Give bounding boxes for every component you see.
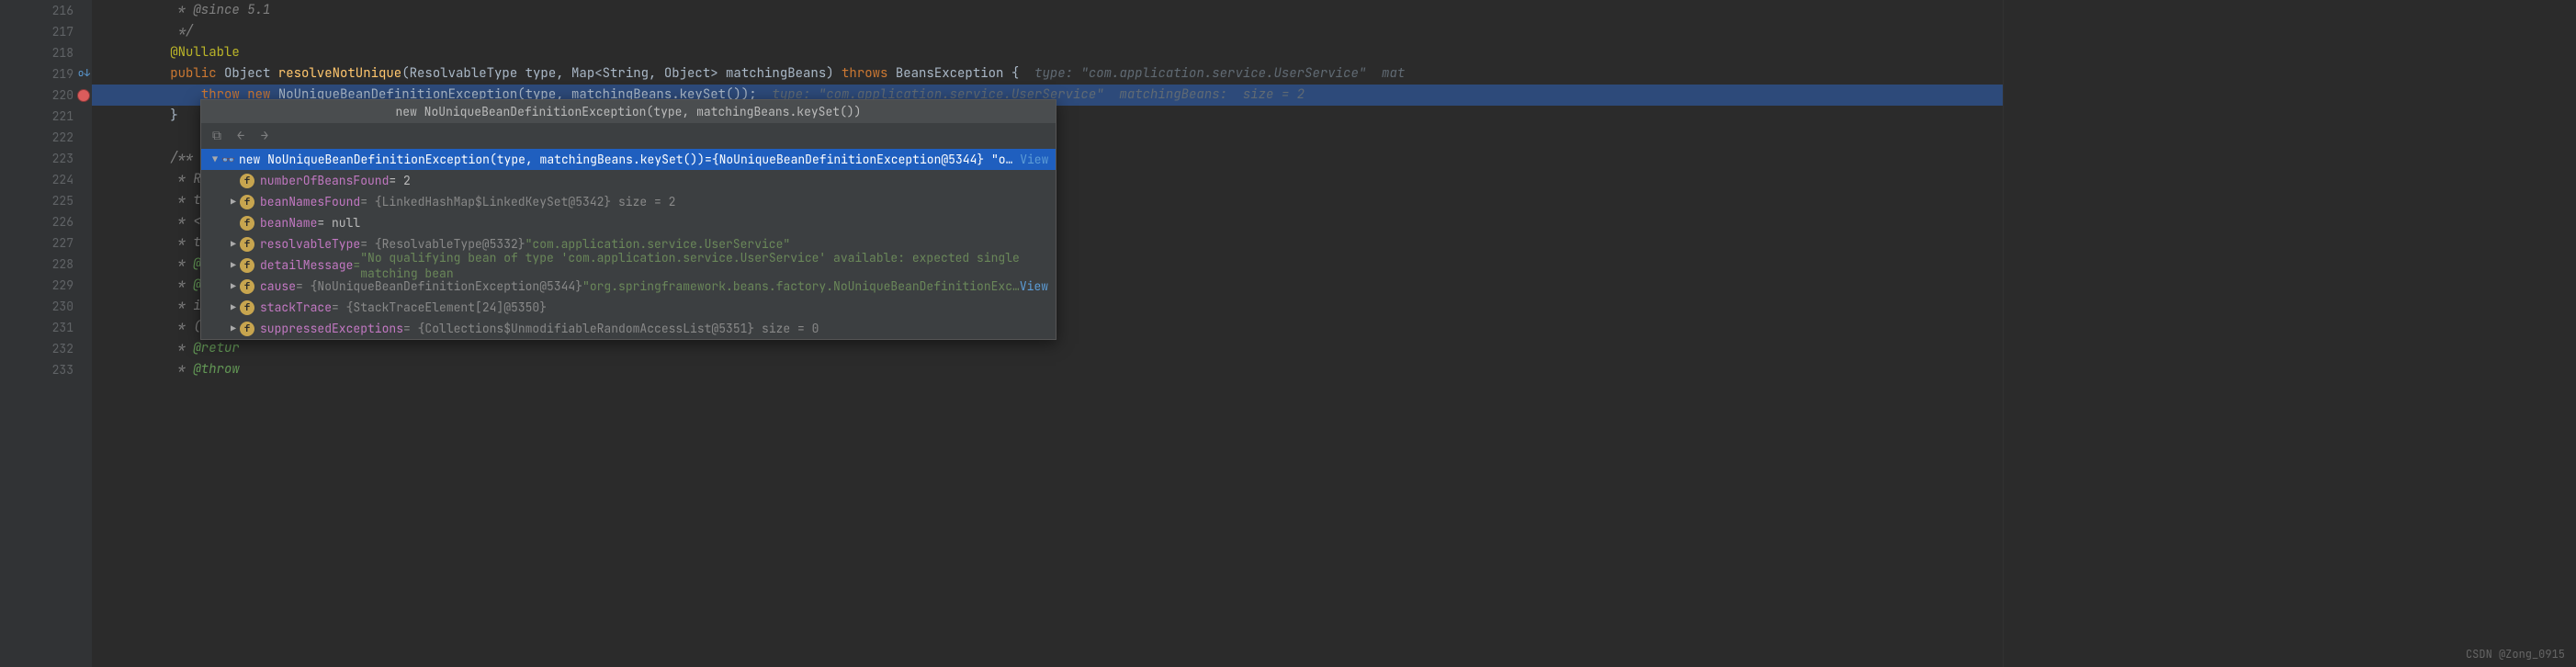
- code-text: Object: [217, 65, 278, 82]
- expand-icon[interactable]: ▶: [227, 322, 240, 334]
- field-string: "No qualifying bean of type 'com.applica…: [360, 250, 1056, 281]
- field-value: = {Collections$UnmodifiableRandomAccessL…: [403, 321, 819, 336]
- tree-row[interactable]: f beanName = null: [201, 212, 1056, 233]
- forward-icon[interactable]: →: [256, 128, 273, 144]
- override-icon[interactable]: o↓: [78, 63, 90, 85]
- gutter-line[interactable]: 218: [0, 42, 73, 63]
- params: (ResolvableType type, Map<String, Object…: [401, 65, 842, 82]
- evaluate-popup[interactable]: new NoUniqueBeanDefinitionException(type…: [200, 99, 1056, 340]
- expand-icon[interactable]: ▶: [227, 301, 240, 313]
- gutter-line[interactable]: 231: [0, 317, 73, 338]
- tree-row[interactable]: ▶fdetailMessage = "No qualifying bean of…: [201, 254, 1056, 276]
- view-link[interactable]: View: [1020, 152, 1048, 167]
- kw: public: [170, 65, 216, 82]
- gutter-line[interactable]: 217: [0, 21, 73, 42]
- gutter-line[interactable]: 220: [0, 85, 73, 106]
- field-value: = null: [317, 215, 360, 231]
- view-link[interactable]: View: [1020, 278, 1048, 294]
- gutter-line[interactable]: 226: [0, 211, 73, 232]
- field-name: numberOfBeansFound: [260, 173, 389, 188]
- tree-row[interactable]: ▶fcause = {NoUniqueBeanDefinitionExcepti…: [201, 276, 1056, 297]
- breakpoint-icon[interactable]: [77, 89, 90, 102]
- code-text: * @since 5.1: [108, 2, 270, 18]
- gutter-line[interactable]: 227: [0, 232, 73, 254]
- expand-icon[interactable]: ▶: [227, 259, 240, 271]
- code-text: }: [108, 107, 178, 124]
- field-icon: f: [240, 322, 254, 336]
- tree-row[interactable]: ▶f stackTrace = {StackTraceElement[24]@53…: [201, 297, 1056, 318]
- field-icon: f: [240, 258, 254, 273]
- gutter: 216 217 218 219o↓ 220 221 222 223 224 22…: [0, 0, 92, 667]
- gutter-line[interactable]: 233: [0, 359, 73, 380]
- field-name: detailMessage: [260, 257, 353, 273]
- popup-title: new NoUniqueBeanDefinitionException(type…: [201, 100, 1056, 123]
- inlay-hint: type: "com.application.service.UserServi…: [1019, 65, 1405, 82]
- expr-value: {NoUniqueBeanDefinitionException@5344} "…: [712, 152, 1013, 167]
- field-name: stackTrace: [260, 300, 332, 315]
- expand-icon[interactable]: ▶: [227, 196, 240, 208]
- gutter-line[interactable]: 223: [0, 148, 73, 169]
- gutter-line[interactable]: 230: [0, 296, 73, 317]
- gutter-line[interactable]: 228: [0, 254, 73, 275]
- field-name: beanNamesFound: [260, 194, 360, 209]
- field-name: beanName: [260, 215, 317, 231]
- gutter-line[interactable]: 225: [0, 190, 73, 211]
- field-string: "org.springframework.beans.factory.NoUni…: [582, 278, 1020, 294]
- gutter-line[interactable]: 216: [0, 0, 73, 21]
- tree-row[interactable]: f numberOfBeansFound = 2: [201, 170, 1056, 191]
- tree-row[interactable]: ▶f suppressedExceptions = {Collections$Un…: [201, 318, 1056, 339]
- gutter-line[interactable]: 229: [0, 275, 73, 296]
- expand-icon[interactable]: ▼: [209, 153, 221, 165]
- field-icon: f: [240, 279, 254, 294]
- code-text: BeansException {: [887, 65, 1019, 82]
- gutter-line[interactable]: 232: [0, 338, 73, 359]
- field-value: =: [353, 257, 360, 273]
- popup-toolbar: ⧉ ← →: [201, 123, 1056, 149]
- variables-tree[interactable]: ▼ 👓 new NoUniqueBeanDefinitionException(…: [201, 149, 1056, 339]
- gutter-line[interactable]: 219o↓: [0, 63, 73, 85]
- field-icon: f: [240, 195, 254, 209]
- expr-text: new NoUniqueBeanDefinitionException(type…: [239, 152, 705, 167]
- field-icon: f: [240, 216, 254, 231]
- back-icon[interactable]: ←: [232, 128, 249, 144]
- gutter-line[interactable]: 224: [0, 169, 73, 190]
- right-strip: [2003, 0, 2576, 667]
- field-name: resolvableType: [260, 236, 360, 252]
- field-name: suppressedExceptions: [260, 321, 403, 336]
- expand-icon[interactable]: ▶: [227, 280, 240, 292]
- code-text: */: [108, 23, 193, 40]
- field-value: = {StackTraceElement[24]@5350}: [332, 300, 547, 315]
- gutter-line[interactable]: 221: [0, 106, 73, 127]
- field-value: = {LinkedHashMap$LinkedKeySet@5342} size…: [360, 194, 675, 209]
- field-name: cause: [260, 278, 296, 294]
- tree-root[interactable]: ▼ 👓 new NoUniqueBeanDefinitionException(…: [201, 149, 1056, 170]
- method-name: resolveNotUnique: [278, 65, 401, 82]
- field-value: = 2: [389, 173, 410, 188]
- field-icon: f: [240, 174, 254, 188]
- history-icon[interactable]: ⧉: [209, 128, 225, 144]
- field-icon: f: [240, 300, 254, 315]
- kw: throws: [842, 65, 887, 82]
- code-text: /**: [108, 150, 193, 166]
- annotation: @Nullable: [170, 44, 240, 61]
- field-icon: f: [240, 237, 254, 252]
- expand-icon[interactable]: ▶: [227, 238, 240, 250]
- glasses-icon: 👓: [221, 153, 235, 167]
- gutter-line[interactable]: 222: [0, 127, 73, 148]
- field-value: = {NoUniqueBeanDefinitionException@5344}: [296, 278, 582, 294]
- watermark: CSDN @Zong_0915: [2466, 647, 2565, 661]
- tree-row[interactable]: ▶f beanNamesFound = {LinkedHashMap$Linked…: [201, 191, 1056, 212]
